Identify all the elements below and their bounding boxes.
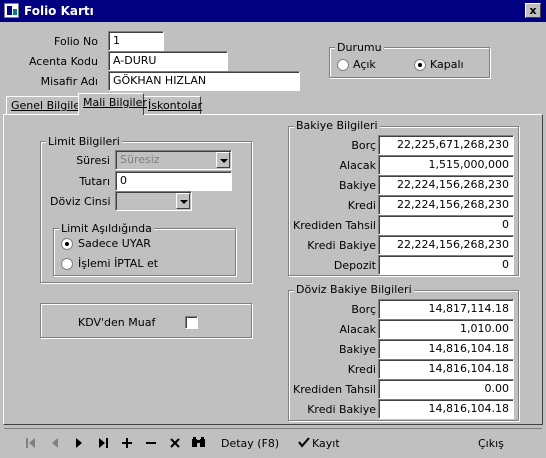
chevron-down-icon[interactable] <box>216 152 230 168</box>
tab-label: Mali Bilgiler <box>83 96 147 109</box>
doviz-bakiye-bilgileri-title: Döviz Bakiye Bilgileri <box>294 283 414 296</box>
suresi-value: Süresiz <box>120 153 160 166</box>
bakiye-kredi-label: Kredi <box>347 199 376 212</box>
bakiye-depozit-value[interactable]: 0 <box>378 255 514 275</box>
sadece-uyar-label[interactable]: Sadece UYAR <box>78 237 151 250</box>
kdv-muaf-checkbox[interactable] <box>185 316 198 329</box>
bakiye-depozit-label: Depozit <box>333 259 376 272</box>
next-record-icon[interactable] <box>68 432 90 454</box>
bakiye-alacak-label: Alacak <box>339 159 376 172</box>
suresi-label: Süresi <box>76 154 110 167</box>
tutari-label: Tutarı <box>79 175 110 188</box>
close-button[interactable]: x <box>525 3 541 18</box>
acenta-kodu-input[interactable]: A-DURU <box>108 51 228 71</box>
durumu-acik-radio[interactable] <box>337 59 349 71</box>
bakiye-kredi-bakiye-value[interactable]: 22,224,156,268,230 <box>378 235 514 255</box>
tab-label: Genel Bilgiler <box>11 99 85 112</box>
limit-asildiginda-title: Limit Aşıldığında <box>59 222 154 235</box>
durumu-kapali-radio[interactable] <box>414 59 426 71</box>
bakiye-kredi-bakiye-label: Kredi Bakiye <box>307 239 376 252</box>
bakiye-alacak-value[interactable]: 1,515,000,000 <box>378 155 514 175</box>
cikis-button[interactable]: Çıkış <box>478 437 504 450</box>
folio-no-label: Folio No <box>54 35 98 48</box>
doviz-krediden-tahsil-value[interactable]: 0.00 <box>378 379 514 399</box>
prior-record-icon[interactable] <box>44 432 66 454</box>
app-icon <box>4 3 19 18</box>
doviz-borc-value[interactable]: 14,817,114.18 <box>378 299 514 319</box>
tutari-input[interactable]: 0 <box>115 171 232 191</box>
window-title: Folio Kartı <box>24 4 94 18</box>
durumu-kapali-label[interactable]: Kapalı <box>430 58 464 71</box>
doviz-cinsi-combo[interactable] <box>115 191 192 211</box>
tab-genel-bilgiler[interactable]: Genel Bilgiler <box>6 96 85 115</box>
bakiye-krediden-tahsil-label: Krediden Tahsil <box>293 219 376 232</box>
durumu-title: Durumu <box>335 41 384 54</box>
bakiye-borc-label: Borç <box>351 139 376 152</box>
last-record-icon[interactable] <box>92 432 114 454</box>
doviz-kredi-bakiye-value[interactable]: 14,816,104.18 <box>378 399 514 419</box>
title-bar: Folio Kartı x <box>0 0 546 22</box>
tab-label: İskontolar <box>148 99 203 112</box>
misafir-adi-input[interactable]: GÖKHAN HIZLAN <box>108 71 300 91</box>
doviz-bakiye-label: Bakiye <box>339 343 376 356</box>
tab-mali-bilgiler[interactable]: Mali Bilgiler <box>78 93 147 115</box>
acenta-kodu-label: Acenta Kodu <box>28 55 98 68</box>
doviz-kredi-label: Kredi <box>347 363 376 376</box>
doviz-cinsi-label: Döviz Cinsi <box>50 195 111 208</box>
doviz-bakiye-value[interactable]: 14,816,104.18 <box>378 339 514 359</box>
doviz-borc-label: Borç <box>351 303 376 316</box>
misafir-adi-label: Misafir Adı <box>40 75 98 88</box>
cancel-icon[interactable] <box>164 432 186 454</box>
bakiye-bakiye-value[interactable]: 22,224,156,268,230 <box>378 175 514 195</box>
bakiye-borc-value[interactable]: 22,225,671,268,230 <box>378 135 514 155</box>
kayit-button[interactable]: Kayıt <box>312 437 340 450</box>
doviz-alacak-value[interactable]: 1,010.00 <box>378 319 514 339</box>
insert-icon[interactable] <box>116 432 138 454</box>
limit-bilgileri-title: Limit Bilgileri <box>46 135 122 148</box>
bakiye-kredi-value[interactable]: 22,224,156,268,230 <box>378 195 514 215</box>
bakiye-krediden-tahsil-value[interactable]: 0 <box>378 215 514 235</box>
doviz-krediden-tahsil-label: Krediden Tahsil <box>293 383 376 396</box>
sadece-uyar-radio[interactable] <box>61 238 73 250</box>
bakiye-bakiye-label: Bakiye <box>339 179 376 192</box>
tab-iskontolar[interactable]: İskontolar <box>143 96 203 115</box>
bakiye-bilgileri-title: Bakiye Bilgileri <box>294 119 380 132</box>
folio-no-input[interactable]: 1 <box>108 31 164 51</box>
detay-button[interactable]: Detay (F8) <box>221 437 279 450</box>
islemi-iptal-radio[interactable] <box>61 258 73 270</box>
check-icon <box>298 437 310 448</box>
kdv-muaf-label: KDV'den Muaf <box>78 316 156 329</box>
doviz-kredi-bakiye-label: Kredi Bakiye <box>307 403 376 416</box>
suresi-combo[interactable]: Süresiz <box>115 150 232 170</box>
bottom-toolbar: Detay (F8) Kayıt Çıkış <box>4 428 542 455</box>
doviz-kredi-value[interactable]: 14,816,104.18 <box>378 359 514 379</box>
find-icon[interactable] <box>188 432 210 454</box>
doviz-alacak-label: Alacak <box>339 323 376 336</box>
delete-icon[interactable] <box>140 432 162 454</box>
islemi-iptal-label[interactable]: İşlemi İPTAL et <box>78 257 158 270</box>
durumu-acik-label[interactable]: Açık <box>353 58 376 71</box>
chevron-down-icon[interactable] <box>176 193 190 209</box>
first-record-icon[interactable] <box>20 432 42 454</box>
